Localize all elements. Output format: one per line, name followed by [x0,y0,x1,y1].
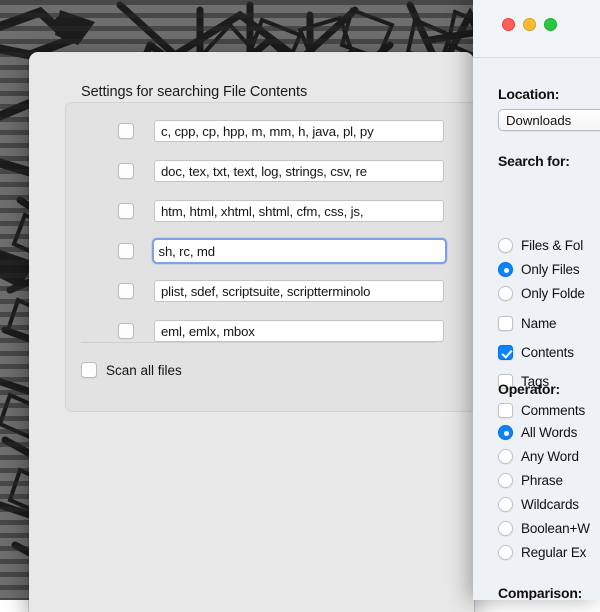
filetype-checkbox-0[interactable] [118,123,134,139]
radio-icon-wildcards[interactable] [498,497,513,512]
radio-only-files[interactable]: Only Files [498,262,580,277]
radio-wildcards[interactable]: Wildcards [498,497,579,512]
checkbox-label-comments: Comments [521,403,585,418]
scan-all-files-row[interactable]: Scan all files [81,362,182,378]
filetype-row: eml, emlx, mbox [66,317,474,345]
filetype-checkbox-3[interactable] [118,243,134,259]
radio-all-words[interactable]: All Words [498,425,577,440]
filetype-input-5[interactable]: eml, emlx, mbox [154,320,444,342]
radio-icon-only-files[interactable] [498,262,513,277]
filetype-row: plist, sdef, scriptsuite, scriptterminol… [66,277,474,305]
traffic-light-group [502,18,557,31]
maximize-button-icon[interactable] [544,18,557,31]
filetype-checkbox-1[interactable] [118,163,134,179]
settings-window-title: Settings for searching File Contents [81,84,307,100]
radio-icon-regular-expression[interactable] [498,545,513,560]
radio-boolean-w[interactable]: Boolean+W [498,521,590,536]
filetype-input-3[interactable]: sh, rc, md [152,238,447,264]
settings-divider [81,342,436,343]
window-titlebar [473,0,600,58]
checkbox-comments[interactable]: Comments [498,403,585,418]
radio-label-files-and-folders: Files & Fol [521,238,583,253]
location-dropdown[interactable]: Downloads [498,109,600,131]
scan-all-files-label: Scan all files [106,363,182,378]
radio-phrase[interactable]: Phrase [498,473,563,488]
radio-icon-all-words[interactable] [498,425,513,440]
checkbox-icon-contents[interactable] [498,345,513,360]
filetype-row: htm, html, xhtml, shtml, cfm, css, js, [66,197,474,225]
filetype-input-0[interactable]: c, cpp, cp, hpp, m, mm, h, java, pl, py [154,120,444,142]
radio-label-regular-expression: Regular Ex [521,545,586,560]
filetype-input-2[interactable]: htm, html, xhtml, shtml, cfm, css, js, [154,200,444,222]
filetype-input-1[interactable]: doc, tex, txt, text, log, strings, csv, … [154,160,444,182]
filetype-row: sh, rc, md [66,237,474,265]
radio-label-all-words: All Words [521,425,577,440]
radio-icon-boolean-w[interactable] [498,521,513,536]
radio-regular-expression[interactable]: Regular Ex [498,545,586,560]
search-for-section-label: Search for: [498,153,570,169]
radio-only-folders[interactable]: Only Folde [498,286,585,301]
operator-section-label: Operator: [498,381,560,397]
radio-label-phrase: Phrase [521,473,563,488]
radio-icon-only-folders[interactable] [498,286,513,301]
search-options-window: Location: Downloads Search for: Files & … [473,0,600,600]
radio-label-only-folders: Only Folde [521,286,585,301]
checkbox-name[interactable]: Name [498,316,556,331]
file-contents-settings-window: Settings for searching File Contents c, … [29,52,474,612]
radio-icon-any-word[interactable] [498,449,513,464]
scan-all-files-checkbox[interactable] [81,362,97,378]
close-button-icon[interactable] [502,18,515,31]
location-section-label: Location: [498,86,559,102]
radio-any-word[interactable]: Any Word [498,449,579,464]
comparison-section-label: Comparison: [498,585,582,600]
minimize-button-icon[interactable] [523,18,536,31]
search-options-body: Location: Downloads Search for: Files & … [473,58,600,600]
filetype-row: doc, tex, txt, text, log, strings, csv, … [66,157,474,185]
radio-icon-phrase[interactable] [498,473,513,488]
filetype-input-4[interactable]: plist, sdef, scriptsuite, scriptterminol… [154,280,444,302]
filetype-row: c, cpp, cp, hpp, m, mm, h, java, pl, py [66,117,474,145]
radio-label-boolean-w: Boolean+W [521,521,590,536]
radio-label-only-files: Only Files [521,262,580,277]
filetype-checkbox-2[interactable] [118,203,134,219]
checkbox-contents[interactable]: Contents [498,345,574,360]
filetype-checkbox-5[interactable] [118,323,134,339]
checkbox-label-contents: Contents [521,345,574,360]
filetype-checkbox-4[interactable] [118,283,134,299]
radio-label-any-word: Any Word [521,449,579,464]
checkbox-label-name: Name [521,316,556,331]
radio-icon-files-and-folders[interactable] [498,238,513,253]
radio-label-wildcards: Wildcards [521,497,579,512]
radio-files-and-folders[interactable]: Files & Fol [498,238,583,253]
checkbox-icon-name[interactable] [498,316,513,331]
checkbox-icon-comments[interactable] [498,403,513,418]
